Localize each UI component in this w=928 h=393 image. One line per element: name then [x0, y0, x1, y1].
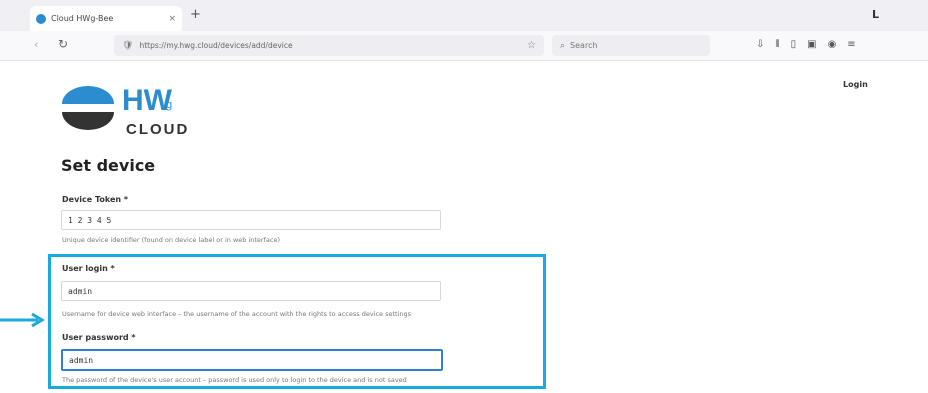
- back-button[interactable]: ‹: [34, 38, 38, 51]
- login-link[interactable]: Login: [843, 80, 868, 89]
- device-token-help: Unique device identifier (found on devic…: [62, 236, 280, 244]
- page-title: Set device: [61, 156, 156, 175]
- search-icon: ⌕: [560, 40, 566, 51]
- bookmark-star-icon[interactable]: ☆: [527, 40, 536, 51]
- hwg-cloud-logo[interactable]: HW g CLOUD: [58, 78, 218, 138]
- sidebar-icon[interactable]: ▯: [791, 39, 797, 50]
- reload-button[interactable]: ↻: [58, 37, 68, 51]
- device-token-label: Device Token *: [62, 195, 129, 204]
- highlight-box: [48, 254, 546, 389]
- tab-title: Cloud HWg-Bee: [51, 14, 114, 23]
- account-icon[interactable]: ◉: [828, 39, 837, 50]
- search-placeholder: Search: [570, 41, 598, 50]
- arrow-right-icon: [0, 312, 45, 328]
- tab-close-icon[interactable]: ×: [168, 14, 176, 24]
- favicon-icon: [36, 13, 46, 24]
- tab-strip: Cloud HWg-Bee × + L: [0, 0, 928, 31]
- toolbar-icons: ⇩ ⫴ ▯ ▣ ◉ ≡: [756, 39, 856, 50]
- menu-icon[interactable]: ≡: [847, 39, 855, 50]
- new-tab-button[interactable]: +: [190, 8, 201, 22]
- browser-tab[interactable]: Cloud HWg-Bee ×: [30, 6, 182, 31]
- window-control-button[interactable]: L: [872, 8, 879, 21]
- logo-sub: g: [166, 99, 172, 111]
- search-bar[interactable]: ⌕ Search: [552, 35, 710, 56]
- navigation-bar: ‹ ↻ 🛡 https://my.hwg.cloud/devices/add/d…: [0, 31, 928, 61]
- shield-icon: 🛡: [122, 40, 134, 51]
- download-icon[interactable]: ⇩: [756, 39, 764, 50]
- address-bar[interactable]: 🛡 https://my.hwg.cloud/devices/add/devic…: [114, 35, 544, 56]
- library-icon[interactable]: ⫴: [775, 39, 779, 50]
- screenshot-icon[interactable]: ▣: [807, 39, 816, 50]
- url-text: https://my.hwg.cloud/devices/add/device: [139, 41, 293, 50]
- logo-text: CLOUD: [126, 121, 189, 138]
- device-token-input[interactable]: 1 2 3 4 5: [61, 210, 441, 230]
- logo-icon: HW g CLOUD: [62, 84, 189, 138]
